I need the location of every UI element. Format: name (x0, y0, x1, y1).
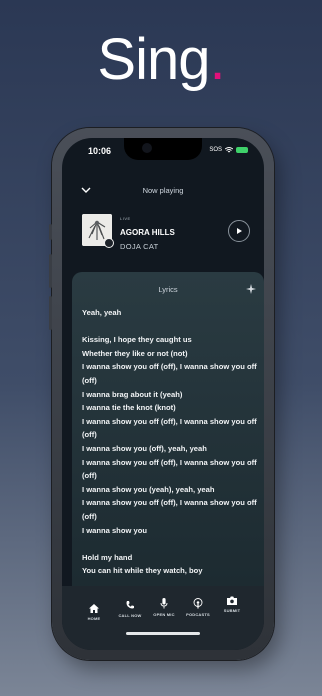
lyric-line: Whether they like or not (not) (82, 348, 188, 358)
lyric-line: Yeah, yeah (82, 308, 122, 317)
app-headline: Sing. (0, 26, 322, 93)
lyric-line: Hold my hand (82, 552, 133, 562)
tab-open-mic[interactable]: OPEN MIC (146, 598, 182, 617)
lyric-line: I wanna show you off (off), I wanna show… (82, 416, 257, 426)
tab-call-now[interactable]: CALL NOW (112, 600, 148, 618)
play-icon (237, 228, 242, 234)
mute-switch (49, 224, 52, 240)
tab-label: SUBMIT (223, 608, 241, 613)
lyric-line: (off) (82, 511, 97, 521)
lyric-line: (off) (82, 375, 97, 385)
lyric-line: Kissing, I hope they caught us (82, 335, 192, 345)
track-title: AGORA HILLS (120, 228, 175, 237)
sos-label: SOS (209, 147, 222, 153)
tab-submit[interactable]: SUBMIT (214, 596, 250, 613)
tab-podcasts[interactable]: PODCASTS (180, 598, 216, 617)
home-icon (89, 604, 99, 613)
volume-down-button (49, 296, 52, 330)
headline-text: Sing (97, 27, 210, 92)
bottom-tab-bar: HOME CALL NOW OPEN MIC PODCASTS SUBMIT (62, 586, 264, 650)
status-indicators: SOS (209, 147, 248, 153)
lyric-line: I wanna show you (82, 525, 147, 535)
podcast-icon (193, 598, 203, 609)
lyric-line: (off) (82, 430, 97, 440)
play-button[interactable] (228, 220, 250, 242)
lyric-line: I wanna show you (yeah), yeah, yeah (82, 484, 215, 494)
wifi-icon (225, 147, 233, 153)
home-indicator[interactable] (126, 632, 200, 635)
battery-icon (236, 147, 248, 153)
lyrics-text: Yeah, yeah Kissing, I hope they caught u… (82, 306, 260, 578)
phone-screen: 10:06 SOS Now playing LIVE AGORA HILLS D… (62, 138, 264, 650)
lyric-gap (82, 537, 260, 551)
live-tag: LIVE (120, 216, 131, 221)
lyric-line: I wanna show you off (off), I wanna show… (82, 457, 257, 467)
tab-home[interactable]: HOME (76, 604, 112, 621)
lyrics-header: Lyrics (158, 285, 178, 294)
tab-label: OPEN MIC (153, 612, 175, 617)
track-artist: DOJA CAT (120, 242, 159, 251)
phone-icon (126, 601, 134, 609)
headline-dot: . (209, 27, 225, 92)
microphone-icon (160, 598, 168, 609)
sparkle-icon[interactable] (246, 284, 256, 294)
lyric-line: I wanna brag about it (yeah) (82, 389, 183, 399)
tab-label: CALL NOW (118, 613, 142, 618)
tab-label: HOME (87, 616, 101, 621)
player-top-bar: Now playing (62, 184, 264, 200)
lyric-line: I wanna show you off (off), I wanna show… (82, 362, 257, 372)
lyric-line: I wanna show you (off), yeah, yeah (82, 443, 207, 453)
volume-up-button (49, 254, 52, 288)
phone-frame: 10:06 SOS Now playing LIVE AGORA HILLS D… (49, 128, 274, 660)
tab-label: PODCASTS (186, 612, 210, 617)
live-badge-icon (104, 238, 114, 248)
dynamic-island (124, 138, 202, 160)
now-playing-label: Now playing (142, 186, 184, 195)
camera-icon (142, 143, 152, 153)
lyric-line: (off) (82, 471, 97, 481)
status-time: 10:06 (88, 146, 112, 156)
lyric-gap (82, 320, 260, 334)
camera-icon (227, 596, 237, 605)
lyrics-panel[interactable]: Lyrics Yeah, yeah Kissing, I hope they c… (72, 272, 264, 602)
lyric-line: I wanna tie the knot (knot) (82, 403, 176, 413)
now-playing-track: LIVE AGORA HILLS DOJA CAT (82, 214, 250, 254)
lyric-line: You can hit while they watch, boy (82, 566, 203, 576)
lyric-line: I wanna show you off (off), I wanna show… (82, 498, 257, 508)
